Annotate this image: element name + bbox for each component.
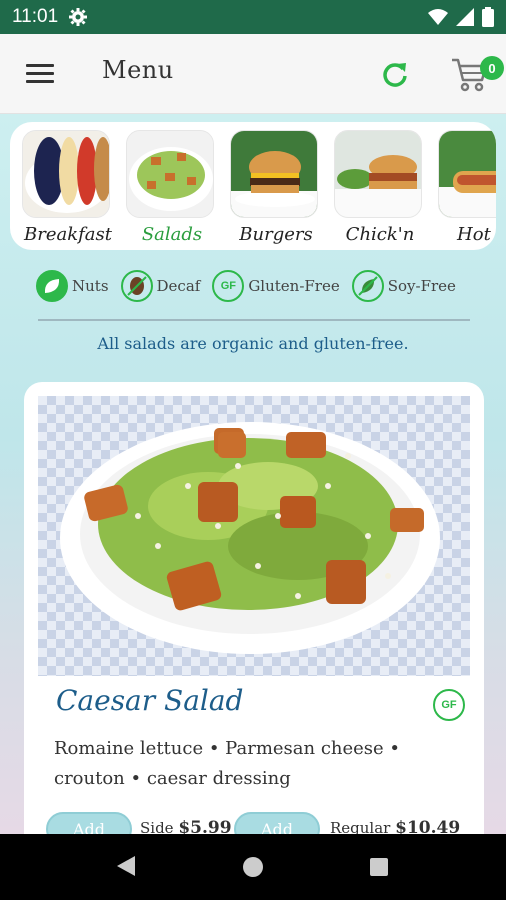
system-nav-bar: [0, 834, 506, 900]
price-options: Add Side $5.99 Add Regular $10.49: [46, 812, 476, 834]
dietary-legend: Nuts Decaf GF Gluten-Free Soy-Free: [36, 266, 476, 306]
add-regular-button[interactable]: Add: [234, 812, 320, 834]
category-chickn[interactable]: Chick'n: [334, 130, 426, 245]
chickn-image: [334, 130, 422, 218]
category-hot-dogs[interactable]: Hot D: [438, 130, 496, 245]
category-carousel[interactable]: Breakfast Salads Burgers Chick'n Hot: [10, 122, 496, 250]
cart-count-badge: 0: [480, 56, 504, 80]
option-price: $5.99: [178, 818, 232, 834]
content-area: Breakfast Salads Burgers Chick'n Hot Nut…: [0, 114, 506, 834]
refresh-icon[interactable]: [381, 60, 409, 88]
status-time: 11:01: [12, 6, 59, 27]
regular-price: Regular $10.49: [330, 818, 460, 834]
category-label: Burgers: [239, 224, 313, 245]
category-burgers[interactable]: Burgers: [230, 130, 322, 245]
category-breakfast[interactable]: Breakfast: [22, 130, 114, 245]
legend-label: Decaf: [156, 277, 201, 295]
item-name: Caesar Salad: [56, 684, 244, 717]
nuts-icon: [36, 270, 68, 302]
wifi-icon: [428, 9, 448, 25]
option-label: Regular: [330, 819, 391, 834]
legend-label: Nuts: [72, 277, 109, 295]
category-label: Breakfast: [24, 224, 112, 245]
back-icon[interactable]: [115, 854, 137, 878]
legend-label: Gluten-Free: [248, 277, 340, 295]
legend-decaf: Decaf: [120, 270, 201, 302]
legend-gluten-free: GF Gluten-Free: [212, 270, 340, 302]
recent-apps-icon[interactable]: [370, 858, 388, 876]
soy-free-icon: [351, 270, 384, 302]
category-label: Hot D: [457, 224, 496, 245]
category-note: All salads are organic and gluten-free.: [97, 334, 409, 353]
item-ingredients: Romaine lettuce • Parmesan cheese • crou…: [54, 738, 401, 789]
option-price: $10.49: [395, 818, 461, 834]
side-price: Side $5.99: [140, 818, 232, 834]
salads-image: [126, 130, 214, 218]
battery-icon: [482, 7, 494, 27]
add-side-button[interactable]: Add: [46, 812, 132, 834]
option-label: Side: [140, 819, 174, 834]
app-bar: Menu 0: [0, 34, 506, 114]
page-title: Menu: [102, 56, 174, 84]
decaf-icon: [120, 270, 153, 302]
gf-abbr: GF: [220, 280, 236, 292]
gluten-free-badge-icon: GF: [433, 689, 465, 721]
category-salads[interactable]: Salads: [126, 130, 218, 245]
burgers-image: [230, 130, 318, 218]
settings-icon: [69, 8, 88, 26]
home-icon[interactable]: [243, 857, 263, 877]
status-bar: 11:01: [0, 0, 506, 34]
breakfast-image: [22, 130, 110, 218]
legend-label: Soy-Free: [387, 277, 456, 295]
legend-soy-free: Soy-Free: [351, 270, 456, 302]
hamburger-menu-icon[interactable]: [26, 64, 54, 84]
caesar-salad-photo: [38, 396, 470, 676]
legend-nuts: Nuts: [36, 270, 109, 302]
category-label: Chick'n: [345, 224, 415, 245]
signal-icon: [456, 8, 474, 26]
divider: [38, 319, 470, 321]
category-label: Salads: [141, 224, 203, 245]
menu-item-card[interactable]: Caesar Salad GF Romaine lettuce • Parmes…: [24, 382, 484, 834]
hot-dogs-image: [438, 130, 496, 218]
gluten-free-icon: GF: [212, 270, 245, 302]
